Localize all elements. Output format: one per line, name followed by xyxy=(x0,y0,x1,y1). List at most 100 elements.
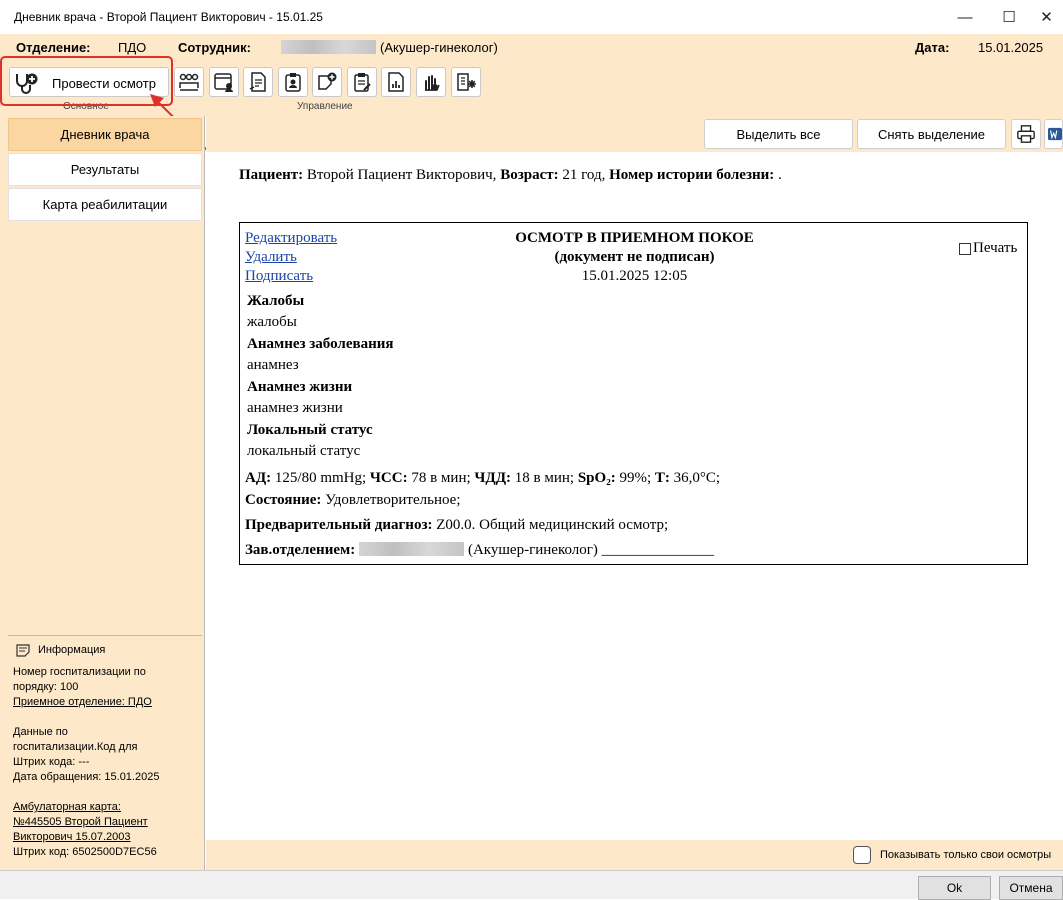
employee-role: (Акушер-гинеколог) xyxy=(380,40,498,55)
clipboard-tool-button[interactable] xyxy=(347,67,377,97)
section-text-complaints: жалобы xyxy=(247,314,297,330)
redacted-head-name xyxy=(358,542,464,556)
cancel-button[interactable]: Отмена xyxy=(999,876,1063,900)
employee-value: (Акушер-гинеколог) xyxy=(281,40,498,55)
history-label: Номер истории болезни: xyxy=(609,167,775,183)
nav-item-results[interactable]: Результаты xyxy=(8,153,202,186)
diagnosis-value: Z00.0. Общий медицинский осмотр; xyxy=(436,517,669,533)
hand-icon xyxy=(425,75,440,91)
section-heading-disease-history: Анамнез заболевания xyxy=(247,336,394,352)
maximize-button[interactable]: ☐ xyxy=(986,0,1032,34)
group-manage-label: Управление xyxy=(297,101,353,112)
vitals-line: АД: 125/80 mmHg; ЧСС: 78 в мин; ЧДД: 18 … xyxy=(245,470,720,487)
report-chart-tool-button[interactable] xyxy=(381,67,411,97)
date-label: Дата: xyxy=(915,40,950,55)
document-sign-tool-button[interactable] xyxy=(243,67,273,97)
print-checkbox[interactable] xyxy=(959,242,971,255)
diagnosis-label: Предварительный диагноз: xyxy=(245,517,433,533)
patient-name: Второй Пациент Викторович, xyxy=(306,167,497,183)
export-word-button[interactable] xyxy=(1044,119,1063,149)
spo2-value: 99%; xyxy=(619,470,652,486)
condition-value: Удовлетворительное; xyxy=(325,492,461,508)
exam-document: Редактировать Удалить Подписать ОСМОТР В… xyxy=(239,222,1028,565)
age-label: Возраст: xyxy=(500,167,559,183)
info-barcode-line: Штрих кода: --- xyxy=(13,756,90,768)
badge-icon xyxy=(285,73,301,92)
document-content: Пациент: Второй Пациент Викторович, Возр… xyxy=(206,152,1063,840)
head-label: Зав.отделением: xyxy=(245,542,356,558)
info-outpatient-card[interactable]: Амбулаторная карта: №445505 Второй Пацие… xyxy=(13,800,171,845)
spo2-label: SpO₂: xyxy=(577,470,616,486)
dialog-buttons-bar: Ok Отмена xyxy=(0,870,1063,900)
document-datetime: 15.01.2025 12:05 xyxy=(581,268,688,284)
badge-tool-button[interactable] xyxy=(278,67,308,97)
left-panel: Дневник врача Результаты Карта реабилита… xyxy=(0,116,205,870)
rr-value: 18 в мин; xyxy=(514,470,575,486)
employee-label: Сотрудник: xyxy=(178,40,251,55)
info-admission-dept[interactable]: Приемное отделение: ПДО xyxy=(13,695,198,710)
section-text-life-history: анамнез жизни xyxy=(247,400,343,416)
patient-card-icon xyxy=(214,73,233,92)
own-exams-label: Показывать только свои осмотры xyxy=(880,849,1052,861)
section-heading-life-history: Анамнез жизни xyxy=(247,379,353,395)
hr-value: 78 в мин; xyxy=(411,470,471,486)
content-footer: Показывать только свои осмотры xyxy=(206,840,1063,870)
section-heading-complaints: Жалобы xyxy=(247,293,305,309)
ad-label: АД: xyxy=(245,470,272,486)
document-subtitle: (документ не подписан) xyxy=(554,249,715,265)
condition-line: Состояние: Удовлетворительное; xyxy=(245,492,461,509)
info-barcode: Штрих код: 6502500D7EC56 xyxy=(13,846,157,858)
history-value: . xyxy=(778,167,782,183)
age-value: 21 год, xyxy=(562,167,606,183)
patient-line: Пациент: Второй Пациент Викторович, Возр… xyxy=(239,167,782,184)
section-heading-local-status: Локальный статус xyxy=(247,422,373,438)
info-panel: Информация Номер госпитализации по поряд… xyxy=(8,635,202,870)
list-settings-icon xyxy=(457,73,476,91)
deselect-button[interactable]: Снять выделение xyxy=(857,119,1006,149)
word-icon xyxy=(1048,127,1062,141)
document-title: ОСМОТР В ПРИЕМНОМ ПОКОЕ xyxy=(515,230,754,246)
nav-item-diary[interactable]: Дневник врача xyxy=(8,118,202,151)
info-heading: Информация xyxy=(38,644,106,656)
head-role: (Акушер-гинеколог) _______________ xyxy=(467,542,715,558)
minimize-button[interactable]: — xyxy=(942,0,988,34)
diagnosis-line: Предварительный диагноз: Z00.0. Общий ме… xyxy=(245,517,668,534)
hand-tool-button[interactable] xyxy=(416,67,446,97)
own-exams-checkbox[interactable] xyxy=(853,846,871,864)
condition-label: Состояние: xyxy=(245,492,322,508)
content-toolbar: Выделить все Снять выделение xyxy=(206,116,1063,152)
printer-icon xyxy=(1017,125,1035,143)
own-exams-toggle[interactable]: Показывать только свои осмотры xyxy=(853,846,1051,864)
document-sign-icon xyxy=(249,72,266,92)
rr-label: ЧДД: xyxy=(474,470,512,486)
close-button[interactable]: ✕ xyxy=(1030,0,1063,34)
t-value: 36,0°C; xyxy=(673,470,721,486)
print-button[interactable] xyxy=(1011,119,1041,149)
date-value: 15.01.2025 xyxy=(978,40,1044,55)
patient-label: Пациент: xyxy=(239,167,304,183)
info-hosp-data: Данные по госпитализации.Код для xyxy=(13,726,138,753)
report-chart-icon xyxy=(388,72,404,92)
head-of-dept-line: Зав.отделением: (Акушер-гинеколог) _____… xyxy=(245,542,714,559)
window-titlebar: Дневник врача - Второй Пациент Викторови… xyxy=(0,0,1063,34)
print-checkbox-row[interactable]: Печать xyxy=(959,240,1017,257)
select-all-button[interactable]: Выделить все xyxy=(704,119,853,149)
window-title: Дневник врача - Второй Пациент Викторови… xyxy=(14,10,323,24)
section-text-local-status: локальный статус xyxy=(247,443,361,459)
print-label: Печать xyxy=(973,240,1018,256)
section-text-disease-history: анамнез xyxy=(247,357,299,373)
info-hosp-number: Номер госпитализации по порядку: 100 xyxy=(13,666,146,693)
list-settings-tool-button[interactable] xyxy=(451,67,481,97)
ad-value: 125/80 mmHg; xyxy=(274,470,367,486)
note-add-tool-button[interactable] xyxy=(312,67,342,97)
info-note-icon xyxy=(16,644,30,657)
note-add-icon xyxy=(318,72,337,90)
info-visit-date: Дата обращения: 15.01.2025 xyxy=(13,771,160,783)
department-value: ПДО xyxy=(118,40,147,55)
redacted-name xyxy=(281,40,376,54)
t-label: Т: xyxy=(654,470,670,486)
hr-label: ЧСС: xyxy=(369,470,408,486)
ok-button[interactable]: Ok xyxy=(918,876,991,900)
nav-item-rehab-card[interactable]: Карта реабилитации xyxy=(8,188,202,221)
clipboard-icon xyxy=(354,73,371,92)
